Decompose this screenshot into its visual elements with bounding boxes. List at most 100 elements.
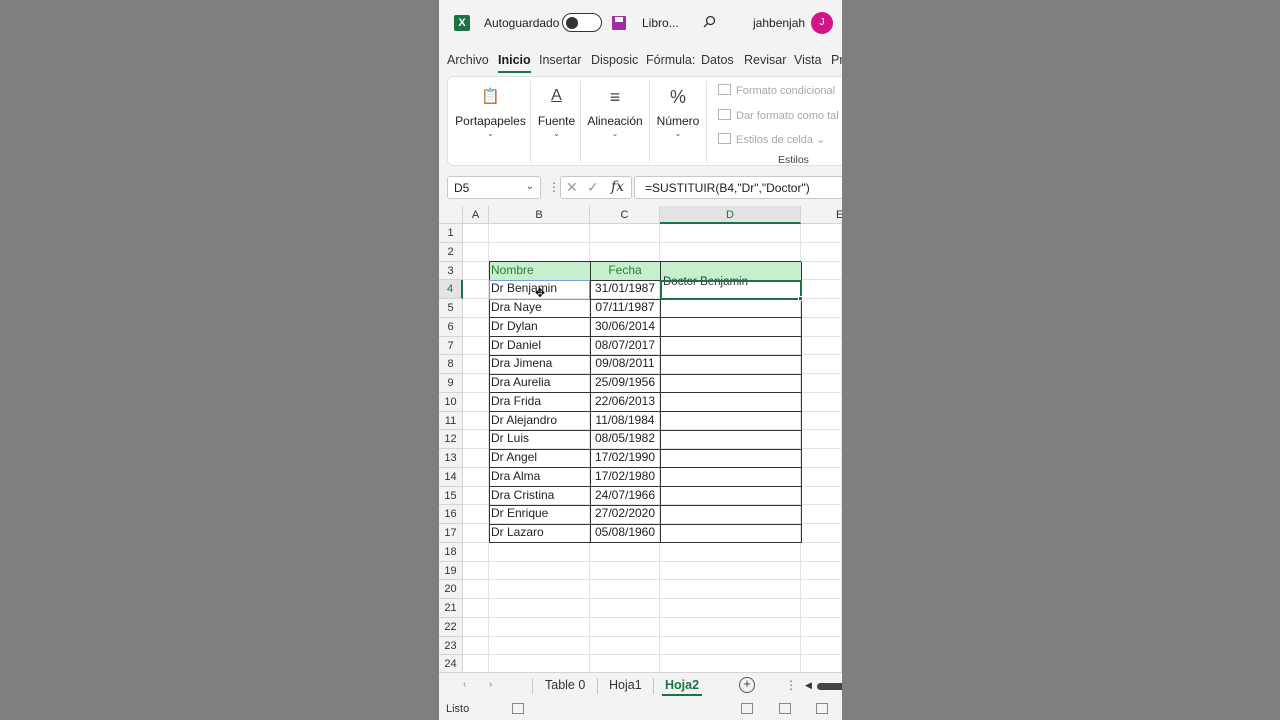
cell-nombre[interactable]: Dr Alejandro [489, 412, 590, 431]
row-header[interactable]: 6 [439, 317, 463, 337]
sheet-tab-table0[interactable]: Table 0 [545, 678, 585, 692]
cell-fecha[interactable]: 17/02/1990 [590, 449, 660, 468]
row-header[interactable]: 21 [439, 599, 463, 618]
tab-formulas[interactable]: Fórmula: [646, 53, 695, 67]
fill-handle[interactable] [798, 296, 803, 301]
table-header-nombre[interactable]: Nombre [489, 262, 590, 281]
cell-fecha[interactable]: 24/07/1966 [590, 487, 660, 506]
chevron-left-icon[interactable]: ‹ [463, 679, 466, 690]
row-header[interactable]: 13 [439, 449, 463, 468]
cell-nombre[interactable]: Dra Jimena [489, 355, 590, 374]
confirm-icon[interactable]: ✓ [587, 179, 599, 196]
cancel-icon[interactable]: ✕ [566, 179, 578, 196]
cell-nombre[interactable]: Dr Lazaro [489, 524, 590, 543]
row-header[interactable]: 7 [439, 336, 463, 356]
group-portapapeles[interactable]: 📋 Portapapeles ⌄ [453, 77, 528, 165]
accessibility-icon[interactable] [512, 703, 524, 714]
avatar[interactable]: J [811, 12, 833, 34]
add-sheet-icon[interactable]: + [739, 677, 755, 693]
cell-nombre[interactable]: Dra Alma [489, 468, 590, 487]
group-alineacion[interactable]: ≡ Alineación ⌄ [583, 77, 647, 165]
tab-archivo[interactable]: Archivo [447, 53, 489, 67]
table-header-fecha[interactable]: Fecha [590, 262, 660, 281]
active-cell-selection[interactable] [660, 280, 802, 300]
row-header[interactable]: 17 [439, 524, 463, 543]
tab-disposicion[interactable]: Disposic [591, 53, 638, 67]
conditional-format-button[interactable]: Formato condicional [718, 84, 835, 97]
row-header[interactable]: 15 [439, 486, 463, 506]
row-header[interactable]: 22 [439, 617, 463, 637]
tab-datos[interactable]: Datos [701, 53, 734, 67]
formula-input[interactable]: =SUSTITUIR(B4,"Dr","Doctor") [634, 176, 842, 199]
cell-nombre[interactable]: Dr Enrique [489, 505, 590, 524]
row-header[interactable]: 16 [439, 505, 463, 524]
cell-nombre[interactable]: Dr Dylan [489, 318, 590, 337]
tab-revisar[interactable]: Revisar [744, 53, 786, 67]
cell-fecha[interactable]: 07/11/1987 [590, 299, 660, 318]
tab-insertar[interactable]: Insertar [539, 53, 581, 67]
row-header[interactable]: 14 [439, 467, 463, 487]
cell-fecha[interactable]: 27/02/2020 [590, 505, 660, 524]
group-numero[interactable]: % Número ⌄ [652, 77, 704, 165]
cell-fecha[interactable]: 25/09/1956 [590, 374, 660, 393]
tab-vista[interactable]: Vista [794, 53, 822, 67]
more-options-icon[interactable]: ⋮ [785, 678, 797, 692]
cell-fecha[interactable]: 22/06/2013 [590, 393, 660, 412]
name-box[interactable]: D5 ⌄ [447, 176, 541, 199]
row-header[interactable]: 12 [439, 430, 463, 449]
cell-nombre[interactable]: Dr Luis [489, 430, 590, 449]
row-header[interactable]: 3 [439, 261, 463, 281]
cell-nombre[interactable]: Dra Naye [489, 299, 590, 318]
autosave-toggle[interactable] [562, 13, 602, 32]
spreadsheet-grid[interactable]: A B C D E 1 2 3 4 5 6 7 8 9 10 11 12 13 14 15 16 17 18 19 2… [439, 206, 842, 672]
row-header[interactable]: 8 [439, 355, 463, 374]
row-header[interactable]: 1 [439, 224, 463, 243]
cell-fecha[interactable]: 08/05/1982 [590, 430, 660, 449]
file-name[interactable]: Libro... [642, 16, 679, 30]
page-break-icon[interactable] [816, 703, 828, 714]
row-header[interactable]: 9 [439, 374, 463, 393]
normal-view-icon[interactable] [741, 703, 753, 714]
group-fuente[interactable]: A Fuente ⌄ [533, 77, 580, 165]
row-header[interactable]: 24 [439, 655, 463, 672]
cell-fecha[interactable]: 05/08/1960 [590, 524, 660, 543]
chevron-down-icon[interactable]: ⌄ [526, 181, 534, 192]
row-header[interactable]: 19 [439, 561, 463, 581]
cell-fecha[interactable]: 17/02/1980 [590, 468, 660, 487]
save-icon[interactable] [612, 16, 626, 30]
row-header[interactable]: 2 [439, 242, 463, 262]
cell-fecha[interactable]: 31/01/1987 [590, 280, 660, 299]
row-header[interactable]: 10 [439, 392, 463, 412]
scroll-left-icon[interactable]: ◀ [805, 680, 812, 691]
cell-fecha[interactable]: 08/07/2017 [590, 337, 660, 356]
cell-nombre[interactable]: Dr Daniel [489, 337, 590, 356]
format-as-table-button[interactable]: Dar formato como tal [718, 109, 839, 122]
cell-styles-button[interactable]: Estilos de celda ⌄ [718, 133, 825, 146]
row-header[interactable]: 23 [439, 636, 463, 656]
chevron-right-icon[interactable]: › [489, 679, 492, 690]
row-header[interactable]: 4 [439, 280, 463, 299]
page-layout-icon[interactable] [779, 703, 791, 714]
cell-fecha[interactable]: 09/08/2011 [590, 355, 660, 374]
cell-nombre[interactable]: Dra Cristina [489, 487, 590, 506]
column-header-c[interactable]: C [590, 206, 660, 224]
more-options-icon[interactable]: ⋮ [548, 180, 560, 194]
cell-nombre[interactable]: Dra Aurelia [489, 374, 590, 393]
tab-inicio[interactable]: Inicio [498, 53, 531, 73]
sheet-tab-hoja1[interactable]: Hoja1 [609, 678, 642, 692]
tab-more[interactable]: Pr [831, 53, 842, 67]
cell-fecha[interactable]: 11/08/1984 [590, 412, 660, 431]
insert-function-icon[interactable]: fx [611, 179, 624, 195]
cell-fecha[interactable]: 30/06/2014 [590, 318, 660, 337]
column-header-e[interactable]: E [801, 206, 842, 224]
column-header-a[interactable]: A [463, 206, 489, 224]
column-header-d[interactable]: D [660, 206, 801, 224]
select-all-corner[interactable] [439, 206, 463, 224]
row-header[interactable]: 20 [439, 580, 463, 599]
search-icon[interactable] [703, 15, 716, 28]
row-header[interactable]: 5 [439, 299, 463, 318]
row-header[interactable]: 11 [439, 411, 463, 431]
horizontal-scrollbar[interactable] [817, 683, 842, 690]
row-header[interactable]: 18 [439, 542, 463, 562]
sheet-tab-hoja2[interactable]: Hoja2 [661, 678, 703, 696]
